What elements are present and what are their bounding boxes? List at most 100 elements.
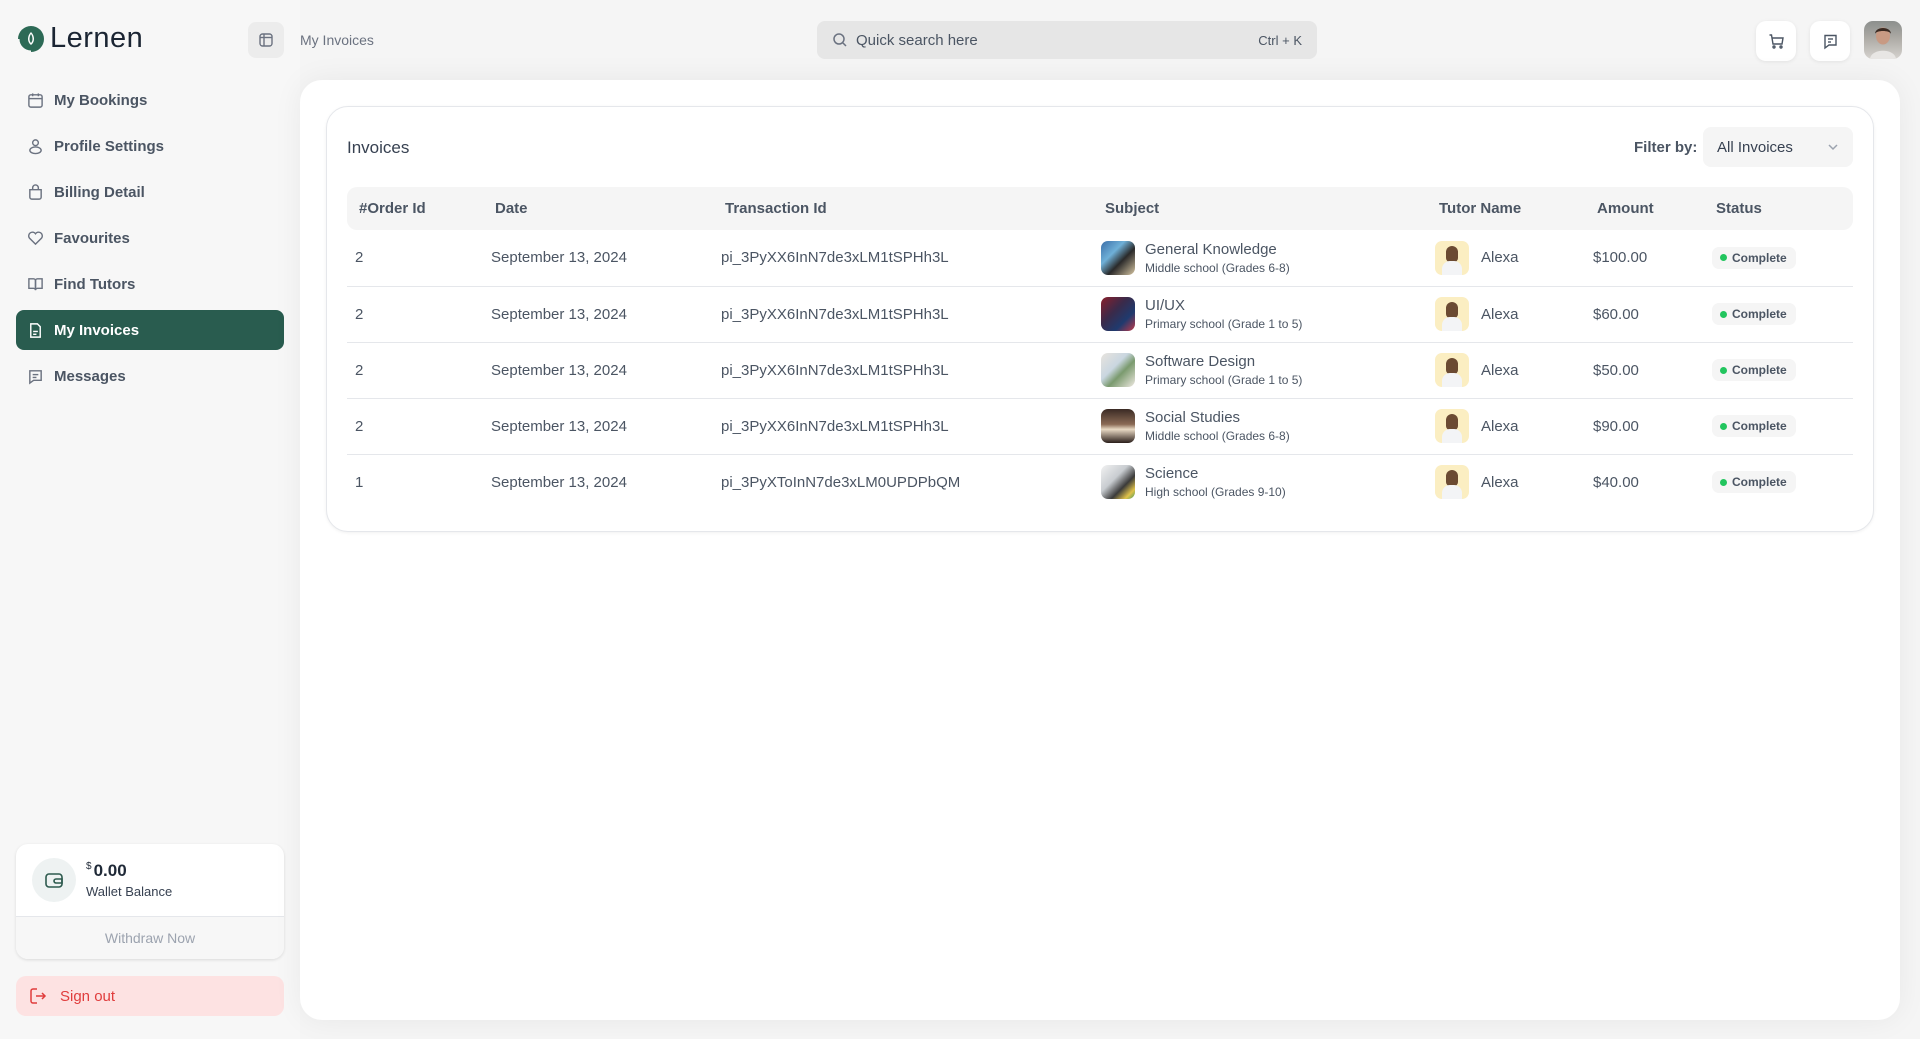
subject-cell: Social Studies Middle school (Grades 6-8) [1093,398,1427,455]
transaction-id-cell: pi_3PyXX6InN7de3xLM1tSPHh3L [713,342,1093,399]
logo-text: Lernen [50,22,144,54]
sign-out-button[interactable]: Sign out [16,976,284,1016]
column-header-date[interactable]: Date [483,187,713,230]
sidebar-item-billing-detail[interactable]: Billing Detail [16,172,284,212]
user-avatar[interactable] [1864,21,1902,59]
filter-label: Filter by: [1634,139,1698,156]
logo-icon [16,25,44,53]
search-input[interactable] [856,31,1259,49]
withdraw-now-button[interactable]: Withdraw Now [16,916,284,959]
sidebar-item-label: Messages [54,367,126,385]
status-label: Complete [1732,307,1787,321]
status-badge: Complete [1712,246,1796,269]
date-cell: September 13, 2024 [483,286,713,343]
status-dot-icon [1720,422,1727,430]
date-cell: September 13, 2024 [491,473,627,491]
status-cell: Complete [1704,286,1853,343]
breadcrumb: My Invoices [300,32,374,48]
wallet-balance-label: Wallet Balance [86,884,173,899]
chat-icon [1823,34,1837,49]
tutor-avatar [1435,465,1469,500]
amount-cell: $90.00 [1585,398,1704,455]
order-id-cell: 1 [355,473,364,491]
sidebar-toggle-button[interactable] [248,22,284,58]
sidebar-item-label: Profile Settings [54,137,165,155]
search-icon [833,33,847,47]
column-header-amount[interactable]: Amount [1585,187,1704,230]
amount-cell: $40.00 [1593,473,1639,491]
column-header-status[interactable]: Status [1704,187,1853,230]
transaction-id-cell: pi_3PyXToInN7de3xLM0UPDPbQM [721,473,961,491]
transaction-id-cell: pi_3PyXX6InN7de3xLM1tSPHh3L [713,286,1093,343]
subject-level: Middle school (Grades 6-8) [1145,429,1290,443]
transaction-id-cell: pi_3PyXX6InN7de3xLM1tSPHh3L [713,230,1093,287]
subject-thumbnail-image [1101,353,1135,387]
table-row[interactable]: 2 September 13, 2024 pi_3PyXX6InN7de3xLM… [347,398,1853,455]
order-id-cell: 2 [347,342,483,399]
amount-cell: $100.00 [1585,230,1704,287]
column-header-order-id[interactable]: #Order Id [347,187,483,230]
user-icon [26,137,44,155]
subject-level: Middle school (Grades 6-8) [1145,260,1290,275]
filter-select[interactable]: All Invoices [1703,127,1853,167]
subject-level: High school (Grades 9-10) [1145,485,1286,500]
tutor-avatar [1435,353,1469,387]
tutor-name: Alexa [1481,417,1519,435]
cart-button[interactable] [1756,21,1796,61]
sidebar-item-my-invoices[interactable]: My Invoices [16,310,284,350]
column-header-subject[interactable]: Subject [1093,187,1427,230]
table-row[interactable]: 2 September 13, 2024 pi_3PyXX6InN7de3xLM… [347,286,1853,343]
status-badge: Complete [1712,471,1796,494]
table-row[interactable]: 2 September 13, 2024 pi_3PyXX6InN7de3xLM… [347,342,1853,399]
status-badge: Complete [1712,359,1796,381]
subject-thumbnail-image [1101,240,1135,275]
sidebar-item-find-tutors[interactable]: Find Tutors [16,264,284,304]
column-header-transaction-id[interactable]: Transaction Id [713,187,1093,230]
status-label: Complete [1732,363,1787,377]
tutor-name: Alexa [1481,361,1519,379]
filter-selected-value: All Invoices [1717,138,1793,156]
sidebar-item-profile-settings[interactable]: Profile Settings [16,126,284,166]
main-content: Invoices Filter by: All Invoices #Order … [300,80,1900,1020]
table-row[interactable]: 2 September 13, 2024 pi_3PyXX6InN7de3xLM… [347,230,1853,287]
subject-name: General Knowledge [1145,240,1277,258]
sidebar-item-label: Favourites [54,229,130,247]
sign-out-icon [30,988,47,1004]
subject-cell: General Knowledge Middle school (Grades 6… [1093,230,1427,287]
table-row[interactable]: 1 September 13, 2024 pi_3PyXToInN7de3xLM… [347,454,1853,510]
order-id-cell: 2 [347,398,483,455]
message-icon [26,367,44,385]
date-cell: September 13, 2024 [483,230,713,287]
search-bar[interactable]: Ctrl + K [817,21,1317,59]
subject-thumbnail-image [1101,465,1135,500]
invoice-icon [26,321,44,339]
chat-button[interactable] [1810,21,1850,61]
sidebar-item-label: My Invoices [54,321,140,339]
status-label: Complete [1732,419,1787,433]
sidebar-item-favourites[interactable]: Favourites [16,218,284,258]
subject-cell: Software Design Primary school (Grade 1 t… [1093,342,1427,399]
date-cell: September 13, 2024 [483,342,713,399]
invoices-card: Invoices Filter by: All Invoices #Order … [326,106,1874,532]
sidebar: Lernen My Bookings Profile Settings Bill… [0,0,300,1039]
subject-name: Social Studies [1145,409,1241,426]
tutor-name: Alexa [1481,249,1519,267]
tutor-name: Alexa [1481,473,1519,491]
subject-cell: UI/UX Primary school (Grade 1 to 5) [1093,286,1427,343]
order-id-cell: 2 [347,286,483,343]
status-dot-icon [1720,478,1727,486]
sidebar-item-my-bookings[interactable]: My Bookings [16,80,284,120]
wallet-card: $0.00 Wallet Balance Withdraw Now [16,844,284,959]
book-icon [26,275,44,293]
column-header-tutor-name[interactable]: Tutor Name [1427,187,1585,230]
logo[interactable]: Lernen [16,22,143,55]
status-dot-icon [1720,310,1727,318]
bag-icon [26,183,44,201]
date-cell: September 13, 2024 [483,398,713,455]
sidebar-item-messages[interactable]: Messages [16,356,284,396]
transaction-id-cell: pi_3PyXX6InN7de3xLM1tSPHh3L [713,398,1093,455]
tutor-avatar [1435,297,1469,331]
subject-name: Software Design [1145,353,1256,370]
sign-out-label: Sign out [60,987,116,1005]
tutor-avatar [1435,409,1469,443]
